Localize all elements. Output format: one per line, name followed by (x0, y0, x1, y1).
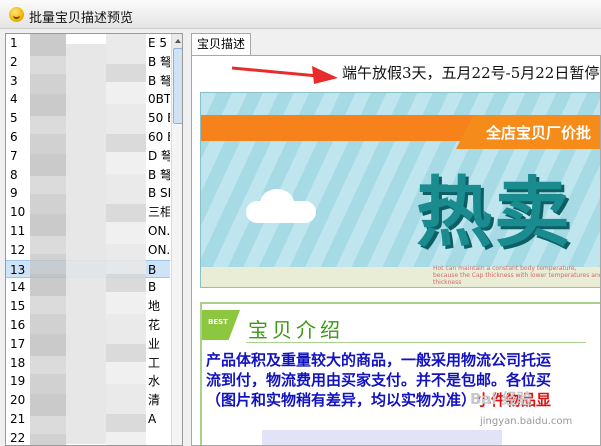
product-list[interactable]: 1 E 5 2 B 弩 3 B 弩 4 0BT 5 50 B 6 60 E 7 D 弩 8 B 弩 9 B SEA… (5, 33, 183, 446)
preview-window: 批量宝贝描述预览 1 E 5 2 B 弩 3 B 弩 4 0BT 5 50 B 6 60 E 7 D 弩 8… (0, 0, 601, 446)
list-item-text: 地 (148, 299, 161, 314)
promo-banner: 全店宝贝厂价批 热卖 Hot can maintain a constant b… (200, 92, 601, 288)
list-item-text: 业 (148, 336, 161, 351)
intro-paragraph: 产品体积及重量较大的商品，一般采用物流公司托运 流到付，物流费用由买家支付。并不… (206, 350, 600, 410)
list-item-number: 18 (10, 355, 26, 370)
list-item-text: 0BT (148, 92, 170, 107)
tab-strip: 宝贝描述 (191, 33, 601, 57)
baidu-watermark-url: jingyan.baidu.com (480, 416, 573, 427)
intro-line-1: 产品体积及重量较大的商品，一般采用物流公司托运 (206, 351, 552, 369)
list-item-text: ON.: (148, 242, 170, 257)
list-item-number: 6 (10, 130, 18, 144)
intro-line-2: 流到付，物流费用由买家支付。并不是包邮。各位买 (206, 371, 552, 389)
best-tag-label: BEST (208, 318, 228, 326)
intro-line-3-text: （图片和实物稍有差异，均以实物为准） (206, 391, 477, 409)
list-item-text: B 弩 (148, 167, 170, 182)
redacted-region (106, 34, 146, 445)
list-item-text: B (148, 262, 157, 277)
description-preview[interactable]: 端午放假3天，五月22号-5月22日暂停 全店宝贝厂价批 热卖 Hot can … (191, 55, 601, 446)
tab-description[interactable]: 宝贝描述 (191, 33, 251, 55)
red-arrow-icon (232, 66, 338, 84)
list-item-text: 花 (148, 318, 161, 332)
list-item-text: B 弩 (148, 73, 170, 88)
hot-sale-text: 热卖 (416, 168, 572, 257)
baidu-watermark-logo: Bai 经验 (470, 390, 532, 408)
list-item-number: 2 (10, 54, 18, 69)
list-item-number: 1 (10, 36, 18, 50)
redacted-region (262, 430, 502, 445)
intro-title: 宝贝介绍 (248, 318, 344, 342)
list-item-text: E 5 (148, 36, 168, 50)
intro-divider (246, 342, 586, 343)
scroll-up-arrow-icon[interactable] (172, 34, 182, 48)
list-item-number: 10 (10, 205, 26, 220)
list-item-number: 21 (10, 412, 26, 426)
list-item-number: 16 (10, 318, 26, 332)
banner-headline-tab: 全店宝贝厂价批 (456, 115, 600, 149)
list-item-number: 17 (10, 336, 26, 351)
list-item-text: 工 (148, 355, 161, 370)
holiday-notice: 端午放假3天，五月22号-5月22日暂停 (342, 64, 600, 82)
redacted-region (66, 44, 106, 444)
list-item-text: 清 (148, 393, 161, 408)
list-item-text: B 弩 (148, 54, 170, 69)
list-item-number: 7 (10, 148, 18, 163)
list-item-number: 4 (10, 92, 18, 107)
intro-line-3: （图片和实物稍有差异，均以实物为准）小件物品显 (206, 390, 600, 410)
cloud-icon (246, 189, 316, 223)
list-item-text: D 弩 (148, 148, 170, 163)
list-item-text: 三相 (148, 205, 170, 220)
list-item-number: 11 (10, 224, 26, 238)
list-item-number: 19 (10, 374, 26, 389)
banner-caption: Hot can maintain a constant body tempera… (433, 265, 601, 286)
list-scrollbar[interactable] (171, 34, 182, 445)
list-item-text: 60 E (148, 130, 170, 144)
list-item-number: 9 (10, 186, 18, 201)
list-item-text: A (148, 412, 157, 426)
list-item-number: 5 (10, 111, 18, 126)
list-item-number: 15 (10, 299, 26, 314)
list-item-number: 22 (10, 430, 26, 445)
app-smiley-icon (9, 7, 24, 22)
list-item-text: B (148, 280, 157, 295)
list-item-number: 8 (10, 167, 18, 182)
list-item-text: 50 B (148, 111, 170, 126)
title-bar[interactable]: 批量宝贝描述预览 (0, 0, 601, 29)
list-item-number: 20 (10, 393, 26, 408)
redacted-region (30, 34, 66, 445)
list-item-number: 12 (10, 242, 26, 257)
list-item-number: 3 (10, 73, 18, 88)
scroll-thumb[interactable] (173, 48, 182, 124)
window-title: 批量宝贝描述预览 (29, 11, 134, 26)
best-tag: BEST (202, 310, 240, 340)
list-item-text: ON.: (148, 224, 170, 238)
list-item-text: B SEA (148, 186, 170, 201)
list-item-number: 13 (10, 262, 26, 277)
list-item-text: 水 (148, 374, 161, 389)
list-item-number: 14 (10, 280, 26, 295)
banner-headline: 全店宝贝厂价批 (486, 124, 592, 142)
